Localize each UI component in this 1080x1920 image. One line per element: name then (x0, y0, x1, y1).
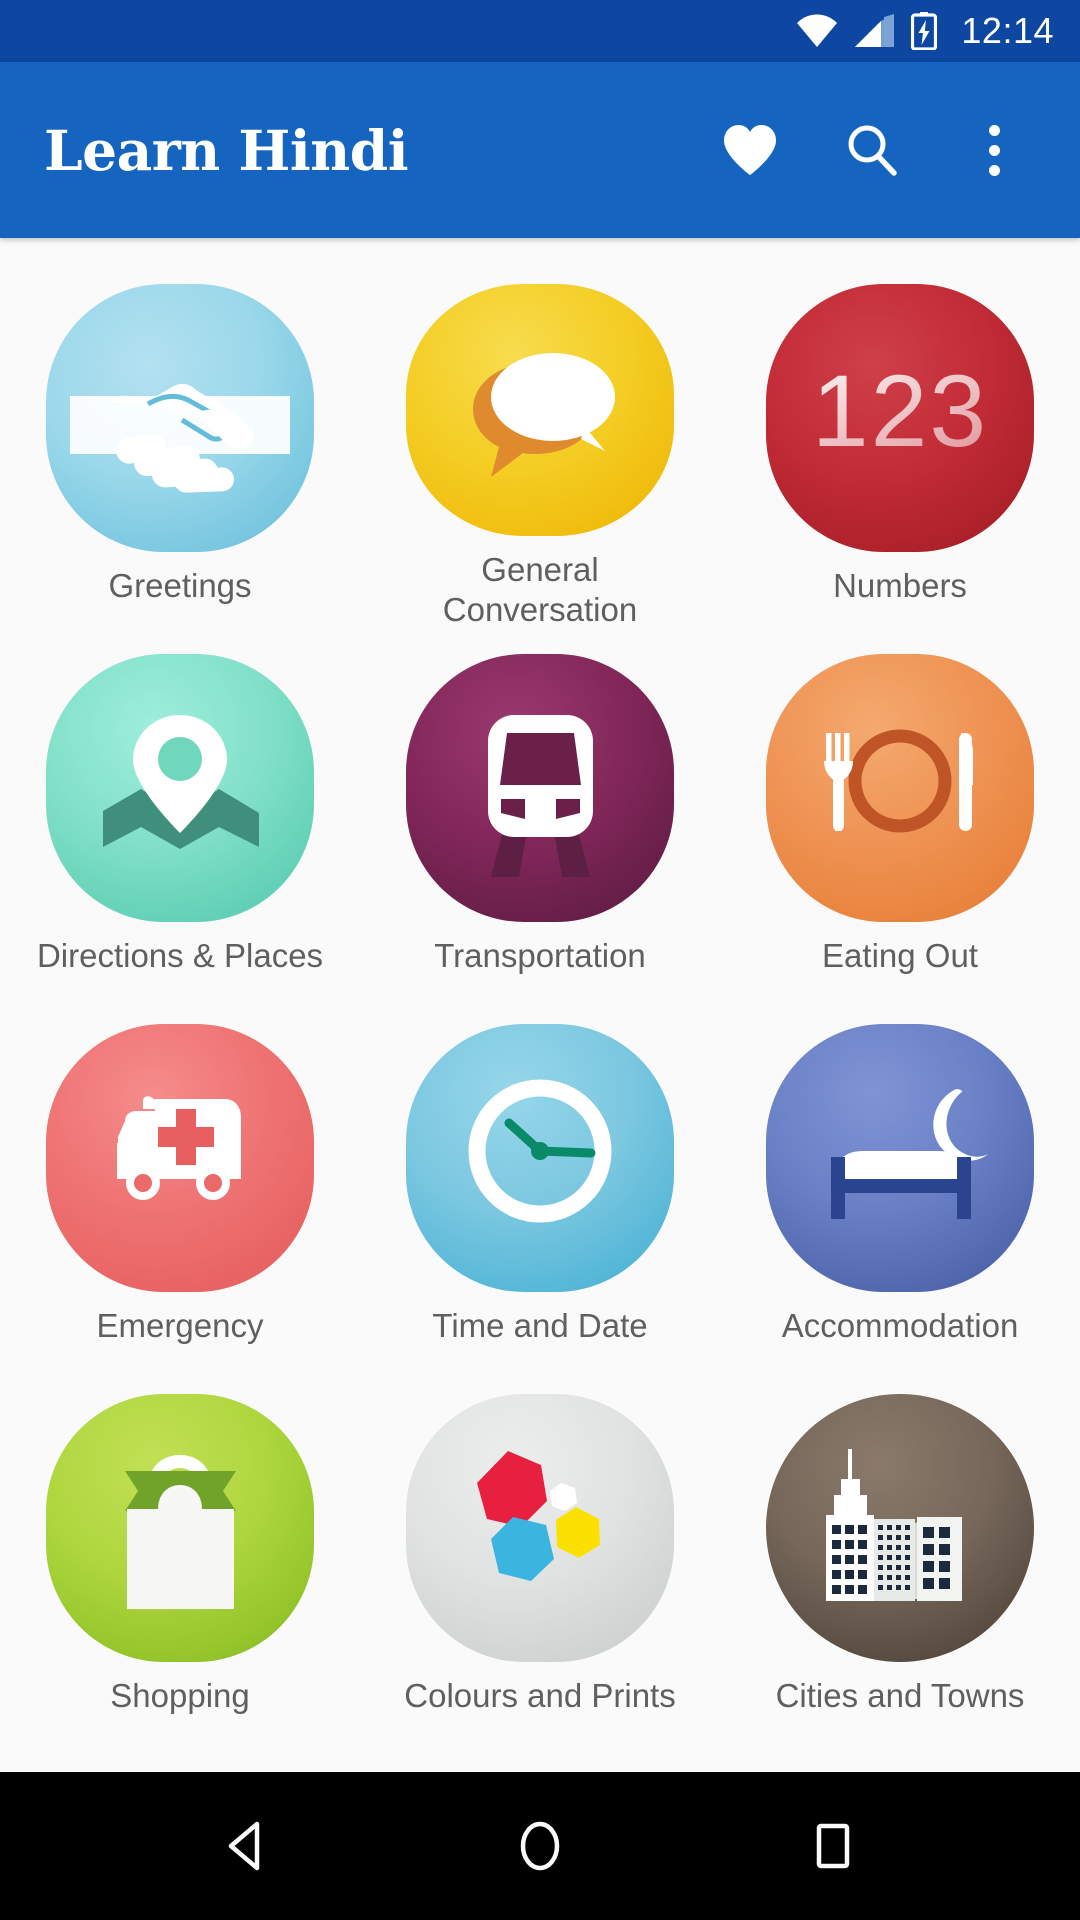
tile-label: Greetings (108, 567, 252, 604)
bed-moon-icon (766, 1024, 1034, 1292)
search-icon[interactable] (836, 114, 908, 186)
ambulance-icon (46, 1024, 314, 1292)
tile-label: Eating Out (822, 937, 978, 974)
category-tile-transportation[interactable]: Transportation (360, 630, 720, 1000)
tile-label: Colours and Prints (404, 1677, 676, 1714)
category-tile-shopping[interactable]: Shopping (0, 1370, 360, 1740)
train-icon (406, 654, 674, 922)
battery-charging-icon (911, 12, 938, 50)
category-tile-directions-places[interactable]: Directions & Places (0, 630, 360, 1000)
category-tile-accommodation[interactable]: Accommodation (720, 1000, 1080, 1370)
overflow-menu-icon[interactable] (958, 114, 1030, 186)
category-tile-time-and-date[interactable]: Time and Date (360, 1000, 720, 1370)
category-tile-numbers[interactable]: 123 Numbers (720, 260, 1080, 630)
app-bar: Learn Hindi (0, 62, 1080, 238)
category-tile-cities-and-towns[interactable]: Cities and Towns (720, 1370, 1080, 1740)
svg-text:123: 123 (812, 354, 988, 468)
category-tile-eating-out[interactable]: Eating Out (720, 630, 1080, 1000)
tile-label: Emergency (96, 1307, 264, 1344)
android-navigation-bar (0, 1772, 1080, 1920)
hexagons-icon (406, 1394, 674, 1662)
tile-label: Shopping (110, 1677, 250, 1714)
category-tile-emergency[interactable]: Emergency (0, 1000, 360, 1370)
cutlery-plate-icon (766, 654, 1034, 922)
numbers-123-icon: 123 (766, 284, 1034, 552)
tile-label: Time and Date (432, 1307, 648, 1344)
status-time: 12:14 (961, 10, 1054, 51)
wifi-icon (795, 14, 839, 48)
speech-bubbles-icon (406, 284, 674, 536)
shopping-bag-icon (46, 1394, 314, 1662)
category-grid-area: Greetings General Conversation 123 Numbe… (0, 238, 1080, 1772)
tile-label: Directions & Places (36, 937, 324, 974)
recents-button[interactable] (773, 1786, 893, 1906)
category-tile-general-conversation[interactable]: General Conversation (360, 260, 720, 630)
status-bar: 12:14 (0, 0, 1080, 62)
city-skyline-icon (766, 1394, 1034, 1662)
favorites-icon[interactable] (714, 114, 786, 186)
handshake-icon (46, 284, 314, 552)
tile-label: General Conversation (442, 550, 638, 628)
tile-label: Cities and Towns (775, 1677, 1025, 1714)
tile-label: Transportation (434, 937, 646, 974)
category-grid: Greetings General Conversation 123 Numbe… (0, 260, 1080, 1740)
clock-icon (406, 1024, 674, 1292)
tile-label: Accommodation (781, 1307, 1019, 1344)
tile-label: Numbers (833, 567, 967, 604)
category-tile-greetings[interactable]: Greetings (0, 260, 360, 630)
kebab-dot-1 (988, 124, 1000, 136)
map-pin-icon (46, 654, 314, 922)
category-tile-colours-and-prints[interactable]: Colours and Prints (360, 1370, 720, 1740)
back-button[interactable] (187, 1786, 307, 1906)
page-title: Learn Hindi (44, 117, 409, 183)
app-bar-actions (714, 114, 1030, 186)
home-button[interactable] (480, 1786, 600, 1906)
phone-screen: 12:14 Learn Hindi Greetings General Conv… (0, 0, 1080, 1920)
kebab-dot-3 (988, 164, 1000, 176)
cellular-signal-icon (855, 14, 895, 48)
kebab-dot-2 (988, 144, 1000, 156)
